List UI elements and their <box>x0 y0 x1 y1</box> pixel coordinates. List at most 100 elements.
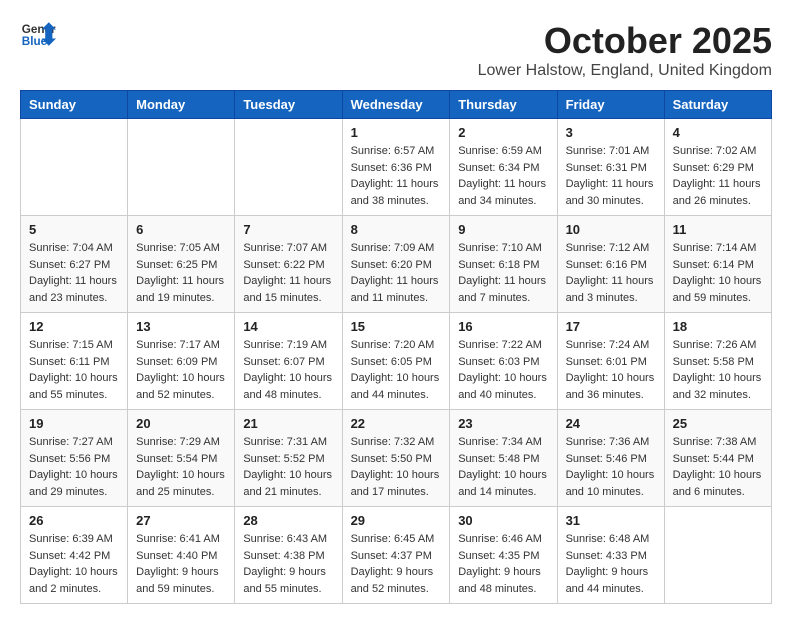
calendar-week-5: 26 Sunrise: 6:39 AM Sunset: 4:42 PM Dayli… <box>21 507 772 604</box>
calendar-cell: 4 Sunrise: 7:02 AM Sunset: 6:29 PM Daylig… <box>664 119 771 216</box>
day-number: 25 <box>673 416 763 431</box>
day-number: 27 <box>136 513 226 528</box>
day-number: 6 <box>136 222 226 237</box>
day-info: Sunrise: 7:38 AM Sunset: 5:44 PM Dayligh… <box>673 434 763 500</box>
calendar-cell: 22Sunrise: 7:32 AM Sunset: 5:50 PM Dayli… <box>342 410 450 507</box>
day-info: Sunrise: 6:45 AM Sunset: 4:37 PM Dayligh… <box>351 531 442 597</box>
calendar-cell: 27Sunrise: 6:41 AM Sunset: 4:40 PM Dayli… <box>128 507 235 604</box>
day-number: 16 <box>458 319 548 334</box>
calendar-cell <box>664 507 771 604</box>
day-info: Sunrise: 7:20 AM Sunset: 6:05 PM Dayligh… <box>351 337 442 403</box>
day-number: 5 <box>29 222 119 237</box>
day-info: Sunrise: 7:17 AM Sunset: 6:09 PM Dayligh… <box>136 337 226 403</box>
day-number: 13 <box>136 319 226 334</box>
day-number: 9 <box>458 222 548 237</box>
calendar-table: SundayMondayTuesdayWednesdayThursdayFrid… <box>20 90 772 604</box>
header-friday: Friday <box>557 91 664 119</box>
calendar-cell: 14 Sunrise: 7:19 AM Sunset: 6:07 PM Dayli… <box>235 313 342 410</box>
day-info: Sunrise: 7:36 AM Sunset: 5:46 PM Dayligh… <box>566 434 656 500</box>
header-wednesday: Wednesday <box>342 91 450 119</box>
calendar-cell: 17 Sunrise: 7:24 AM Sunset: 6:01 PM Dayli… <box>557 313 664 410</box>
header-sunday: Sunday <box>21 91 128 119</box>
day-number: 14 <box>243 319 333 334</box>
day-number: 10 <box>566 222 656 237</box>
day-info: Sunrise: 7:12 AM Sunset: 6:16 PM Dayligh… <box>566 240 656 306</box>
location-title: Lower Halstow, England, United Kingdom <box>478 62 772 80</box>
day-info: Sunrise: 7:07 AM Sunset: 6:22 PM Dayligh… <box>243 240 333 306</box>
day-info: Sunrise: 7:04 AM Sunset: 6:27 PM Dayligh… <box>29 240 119 306</box>
day-number: 23 <box>458 416 548 431</box>
day-number: 20 <box>136 416 226 431</box>
calendar-cell: 18Sunrise: 7:26 AM Sunset: 5:58 PM Dayli… <box>664 313 771 410</box>
day-number: 1 <box>351 125 442 140</box>
day-number: 17 <box>566 319 656 334</box>
day-number: 7 <box>243 222 333 237</box>
day-number: 12 <box>29 319 119 334</box>
calendar-cell: 28Sunrise: 6:43 AM Sunset: 4:38 PM Dayli… <box>235 507 342 604</box>
calendar-cell: 11Sunrise: 7:14 AM Sunset: 6:14 PM Dayli… <box>664 216 771 313</box>
calendar-cell: 6 Sunrise: 7:05 AM Sunset: 6:25 PM Daylig… <box>128 216 235 313</box>
header-thursday: Thursday <box>450 91 557 119</box>
calendar-cell: 26 Sunrise: 6:39 AM Sunset: 4:42 PM Dayli… <box>21 507 128 604</box>
logo: General Blue <box>20 20 56 48</box>
day-info: Sunrise: 7:24 AM Sunset: 6:01 PM Dayligh… <box>566 337 656 403</box>
day-number: 26 <box>29 513 119 528</box>
day-info: Sunrise: 7:09 AM Sunset: 6:20 PM Dayligh… <box>351 240 442 306</box>
calendar-cell <box>235 119 342 216</box>
day-number: 11 <box>673 222 763 237</box>
calendar-cell: 31Sunrise: 6:48 AM Sunset: 4:33 PM Dayli… <box>557 507 664 604</box>
day-number: 22 <box>351 416 442 431</box>
calendar-cell: 1 Sunrise: 6:57 AM Sunset: 6:36 PM Daylig… <box>342 119 450 216</box>
svg-text:Blue: Blue <box>22 35 48 48</box>
day-number: 2 <box>458 125 548 140</box>
day-info: Sunrise: 7:31 AM Sunset: 5:52 PM Dayligh… <box>243 434 333 500</box>
calendar-cell: 24 Sunrise: 7:36 AM Sunset: 5:46 PM Dayli… <box>557 410 664 507</box>
calendar-cell: 3Sunrise: 7:01 AM Sunset: 6:31 PM Daylig… <box>557 119 664 216</box>
calendar-cell: 5 Sunrise: 7:04 AM Sunset: 6:27 PM Daylig… <box>21 216 128 313</box>
header-monday: Monday <box>128 91 235 119</box>
day-info: Sunrise: 7:01 AM Sunset: 6:31 PM Dayligh… <box>566 143 656 209</box>
day-info: Sunrise: 7:05 AM Sunset: 6:25 PM Dayligh… <box>136 240 226 306</box>
calendar-cell: 25 Sunrise: 7:38 AM Sunset: 5:44 PM Dayli… <box>664 410 771 507</box>
calendar-cell: 9Sunrise: 7:10 AM Sunset: 6:18 PM Daylig… <box>450 216 557 313</box>
day-number: 4 <box>673 125 763 140</box>
calendar-cell: 16 Sunrise: 7:22 AM Sunset: 6:03 PM Dayli… <box>450 313 557 410</box>
day-info: Sunrise: 6:39 AM Sunset: 4:42 PM Dayligh… <box>29 531 119 597</box>
day-info: Sunrise: 7:02 AM Sunset: 6:29 PM Dayligh… <box>673 143 763 209</box>
day-number: 28 <box>243 513 333 528</box>
calendar-week-4: 19 Sunrise: 7:27 AM Sunset: 5:56 PM Dayli… <box>21 410 772 507</box>
calendar-cell: 21 Sunrise: 7:31 AM Sunset: 5:52 PM Dayli… <box>235 410 342 507</box>
calendar-cell: 8Sunrise: 7:09 AM Sunset: 6:20 PM Daylig… <box>342 216 450 313</box>
day-info: Sunrise: 7:15 AM Sunset: 6:11 PM Dayligh… <box>29 337 119 403</box>
day-info: Sunrise: 7:19 AM Sunset: 6:07 PM Dayligh… <box>243 337 333 403</box>
day-number: 19 <box>29 416 119 431</box>
day-info: Sunrise: 7:34 AM Sunset: 5:48 PM Dayligh… <box>458 434 548 500</box>
calendar-cell: 13 Sunrise: 7:17 AM Sunset: 6:09 PM Dayli… <box>128 313 235 410</box>
day-number: 21 <box>243 416 333 431</box>
day-number: 15 <box>351 319 442 334</box>
calendar-cell: 30Sunrise: 6:46 AM Sunset: 4:35 PM Dayli… <box>450 507 557 604</box>
day-info: Sunrise: 7:22 AM Sunset: 6:03 PM Dayligh… <box>458 337 548 403</box>
calendar-cell: 7 Sunrise: 7:07 AM Sunset: 6:22 PM Daylig… <box>235 216 342 313</box>
day-info: Sunrise: 7:29 AM Sunset: 5:54 PM Dayligh… <box>136 434 226 500</box>
day-info: Sunrise: 7:27 AM Sunset: 5:56 PM Dayligh… <box>29 434 119 500</box>
day-number: 29 <box>351 513 442 528</box>
month-title: October 2025 <box>478 20 772 62</box>
calendar-week-2: 5 Sunrise: 7:04 AM Sunset: 6:27 PM Daylig… <box>21 216 772 313</box>
day-info: Sunrise: 6:48 AM Sunset: 4:33 PM Dayligh… <box>566 531 656 597</box>
day-number: 24 <box>566 416 656 431</box>
calendar-week-1: 1 Sunrise: 6:57 AM Sunset: 6:36 PM Daylig… <box>21 119 772 216</box>
header-saturday: Saturday <box>664 91 771 119</box>
page-header: General Blue October 2025 Lower Halstow,… <box>20 20 772 80</box>
calendar-week-3: 12 Sunrise: 7:15 AM Sunset: 6:11 PM Dayli… <box>21 313 772 410</box>
day-info: Sunrise: 6:59 AM Sunset: 6:34 PM Dayligh… <box>458 143 548 209</box>
calendar-cell: 19 Sunrise: 7:27 AM Sunset: 5:56 PM Dayli… <box>21 410 128 507</box>
day-info: Sunrise: 6:57 AM Sunset: 6:36 PM Dayligh… <box>351 143 442 209</box>
calendar-cell: 10 Sunrise: 7:12 AM Sunset: 6:16 PM Dayli… <box>557 216 664 313</box>
day-number: 30 <box>458 513 548 528</box>
calendar-cell: 29 Sunrise: 6:45 AM Sunset: 4:37 PM Dayli… <box>342 507 450 604</box>
title-section: October 2025 Lower Halstow, England, Uni… <box>478 20 772 80</box>
logo-icon: General Blue <box>20 20 56 48</box>
calendar-cell <box>21 119 128 216</box>
calendar-header-row: SundayMondayTuesdayWednesdayThursdayFrid… <box>21 91 772 119</box>
